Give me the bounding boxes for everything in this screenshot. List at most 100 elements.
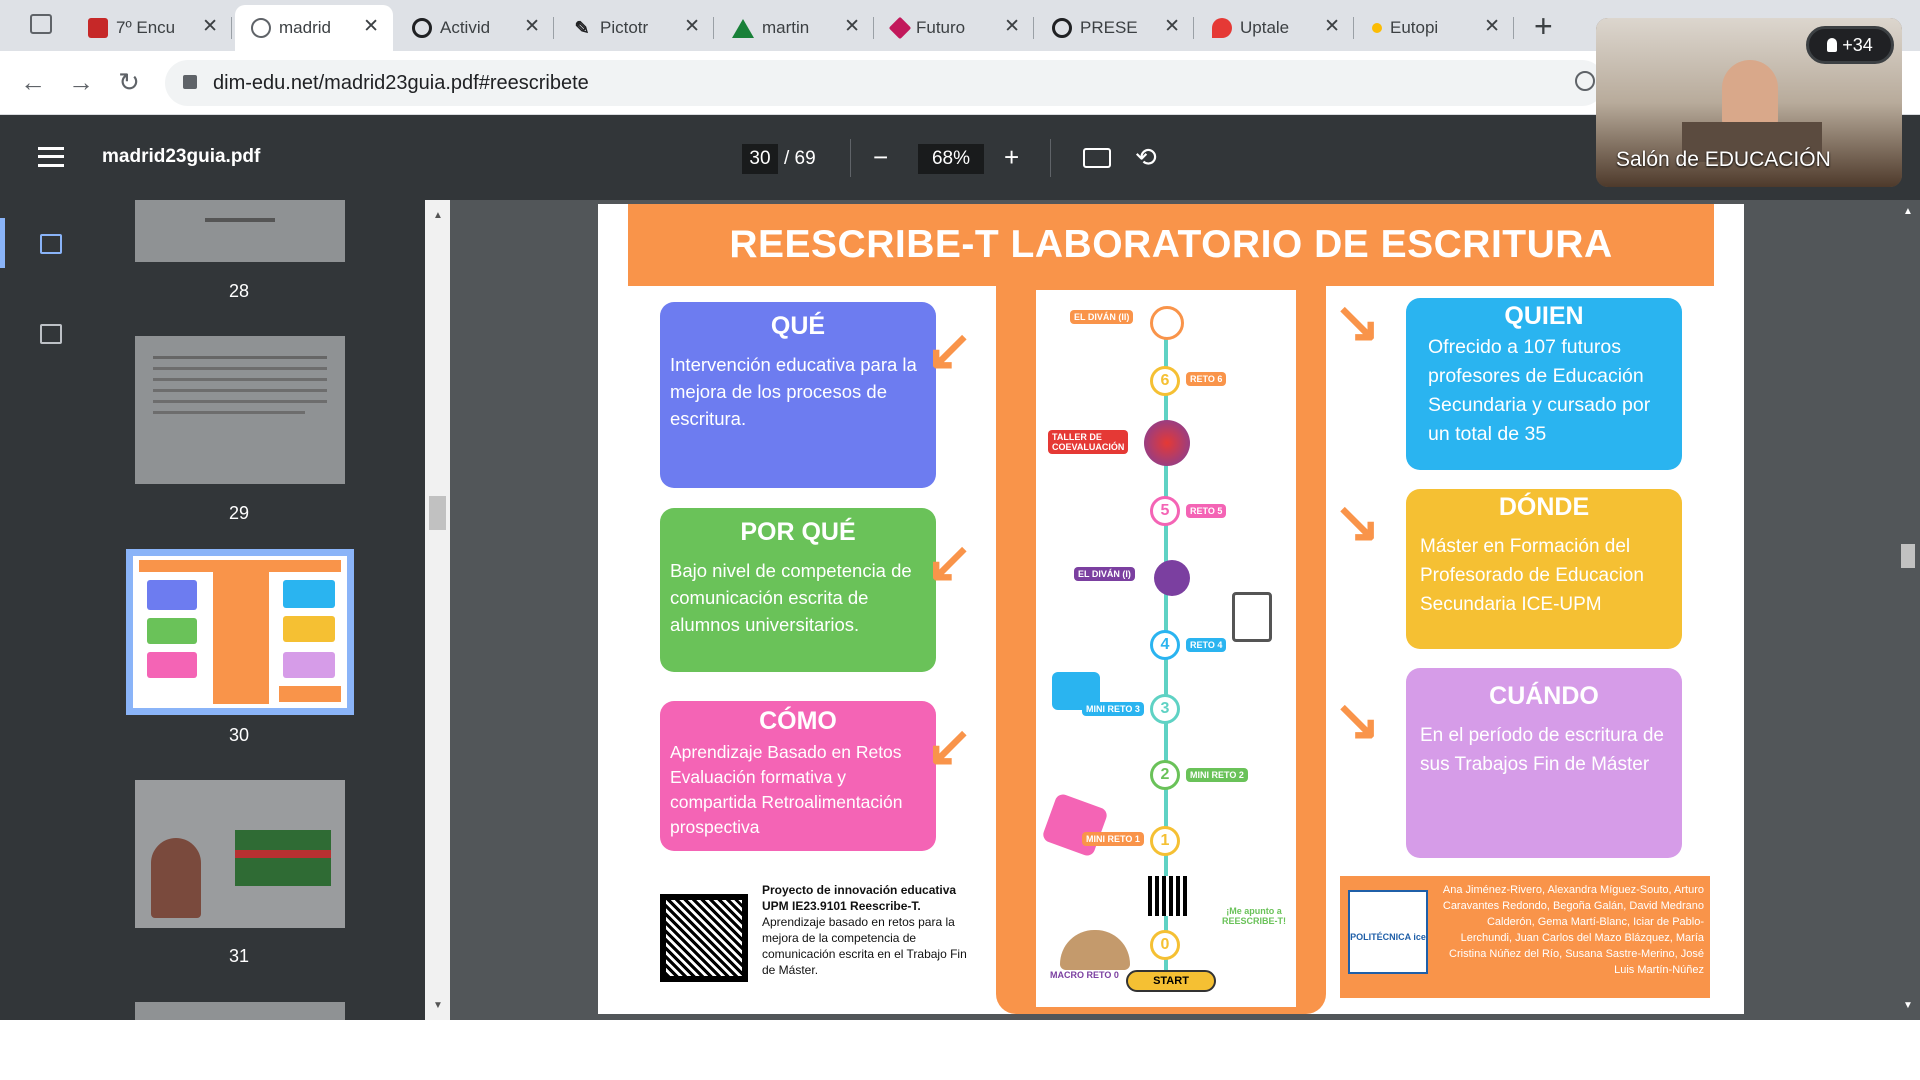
tab-6[interactable]: Futuro ✕: [876, 5, 1034, 51]
tab-title: martin: [762, 18, 810, 37]
reload-icon[interactable]: ↻: [112, 65, 146, 99]
pdf-page: REESCRIBE-T LABORATORIO DE ESCRITURA QUÉ…: [598, 204, 1744, 1014]
outline-view-icon[interactable]: [40, 324, 62, 344]
card-heading: QUIEN: [1504, 302, 1584, 330]
thumbnail-page-32[interactable]: [135, 1002, 345, 1020]
tab-9[interactable]: Eutopi ✕: [1356, 5, 1514, 51]
zoom-icon[interactable]: [1575, 71, 1595, 91]
card-text: Máster en Formación del Profesorado de E…: [1420, 536, 1644, 615]
tab-title: PRESEN: [1080, 18, 1138, 37]
arrow-icon: ↙: [926, 318, 973, 381]
close-tab-icon[interactable]: ✕: [684, 17, 700, 37]
tab-4[interactable]: ✎ Pictotr ✕: [556, 5, 714, 51]
divider: [1050, 139, 1051, 177]
path-step-label: EL DIVÁN (I): [1074, 567, 1135, 581]
project-title: Proyecto de innovación educativa UPM IE2…: [762, 883, 957, 913]
thumbnail-number: 30: [228, 725, 250, 745]
challenge-path-graphic: EL DIVÁN (II) RETO 6 6 TALLER DE COEVALU…: [1036, 290, 1296, 1007]
participants-badge[interactable]: +34: [1806, 26, 1894, 64]
tab-3[interactable]: Activid ✕: [396, 5, 554, 51]
rotate-icon[interactable]: ⟲: [1135, 142, 1157, 172]
address-bar[interactable]: dim-edu.net/madrid23guia.pdf#reescribete: [165, 60, 1605, 106]
thumbnail-page-28[interactable]: [135, 200, 345, 262]
webcam-overlay[interactable]: +34 Salón de EDUCACIÓN: [1596, 18, 1902, 187]
close-tab-icon[interactable]: ✕: [1324, 17, 1340, 37]
close-tab-icon[interactable]: ✕: [524, 17, 540, 37]
virus-icon: [1144, 420, 1190, 466]
thumbnail-page-31[interactable]: [135, 780, 345, 928]
bottom-area: [0, 1020, 1920, 1080]
path-step-label: MINI RETO 3: [1082, 702, 1144, 716]
arrow-icon: ↙: [1334, 490, 1381, 553]
project-text: Aprendizaje basado en retos para la mejo…: [762, 915, 967, 977]
path-step-label: ¡Me apunto a REESCRIBE-T!: [1221, 906, 1286, 926]
lock-icon: [183, 75, 197, 89]
upm-ice-logo: POLITÉCNICA ice: [1348, 890, 1428, 974]
path-step-label: RETO 5: [1186, 504, 1227, 518]
sidebar-rail: [0, 200, 100, 1020]
close-tab-icon[interactable]: ✕: [1004, 17, 1020, 37]
project-info: Proyecto de innovación educativa UPM IE2…: [762, 882, 972, 978]
tab-search-icon[interactable]: [30, 14, 52, 34]
path-step-label: TALLER DE COEVALUACIÓN: [1048, 430, 1128, 454]
qr-code: [660, 894, 748, 982]
speaker-video: [1722, 60, 1778, 130]
forward-arrow-icon[interactable]: →: [64, 65, 98, 99]
credits-box: POLITÉCNICA ice Ana Jiménez-Rivero, Alex…: [1340, 876, 1710, 998]
tab-title: madrid: [279, 18, 331, 37]
path-step-label: RETO 6: [1186, 372, 1227, 386]
card-donde: DÓNDE Máster en Formación del Profesorad…: [1406, 489, 1682, 649]
thumbnail-sidebar: 28 29 30 31: [0, 200, 425, 1020]
tab-1[interactable]: 7º Encu ✕: [72, 5, 232, 51]
fit-page-icon[interactable]: [1083, 148, 1111, 168]
arrow-icon: ↙: [1334, 688, 1381, 751]
tab-title: Activid: [440, 18, 491, 37]
thumbnail-page-29[interactable]: [135, 336, 345, 484]
pdf-title: madrid23guia.pdf: [102, 146, 261, 167]
poster-title: REESCRIBE-T LABORATORIO DE ESCRITURA: [628, 204, 1714, 286]
tab-favicon-icon: [1372, 23, 1382, 33]
card-que: QUÉ Intervención educativa para la mejor…: [660, 302, 936, 488]
puzzle-icon: [1041, 792, 1109, 858]
thumbnail-number: 28: [228, 281, 250, 301]
page-number-input[interactable]: 30: [742, 144, 778, 174]
zoom-out-icon[interactable]: −: [873, 142, 888, 172]
card-text: Ofrecido a 107 futuros profesores de Edu…: [1428, 336, 1651, 445]
sidebar-scrollbar[interactable]: ▲ ▼: [425, 200, 450, 1020]
url-text: dim-edu.net/madrid23guia.pdf#reescribete: [213, 72, 589, 94]
credits-text: Ana Jiménez-Rivero, Alexandra Míguez-Sou…: [1442, 884, 1704, 976]
close-tab-icon[interactable]: ✕: [1484, 17, 1500, 37]
scrollbar-thumb[interactable]: [1901, 544, 1915, 568]
new-tab-button[interactable]: +: [1534, 8, 1553, 45]
tab-5[interactable]: martin ✕: [716, 5, 874, 51]
viewer-scrollbar[interactable]: ▲ ▼: [1895, 200, 1920, 1020]
webcam-label: Salón de EDUCACIÓN: [1616, 148, 1831, 171]
globe-icon: [251, 18, 271, 38]
tab-7[interactable]: PRESEN ✕: [1036, 5, 1194, 51]
tab-2-active[interactable]: madrid ✕: [235, 5, 393, 51]
thumbnail-number: 29: [228, 503, 250, 523]
tab-8[interactable]: Uptale ✕: [1196, 5, 1354, 51]
close-tab-icon[interactable]: ✕: [1164, 17, 1180, 37]
tab-favicon-icon: [1052, 18, 1072, 38]
scrollbar-thumb[interactable]: [429, 496, 446, 530]
close-tab-icon[interactable]: ✕: [363, 17, 379, 37]
logo-text: POLITÉCNICA ice: [1350, 932, 1426, 942]
thumbnails-view-icon[interactable]: [40, 234, 62, 254]
tab-title: Futuro: [916, 18, 966, 37]
pen-icon: ✎: [574, 17, 590, 38]
close-tab-icon[interactable]: ✕: [202, 17, 218, 37]
qr-code-small: [1148, 876, 1188, 916]
divider: [850, 139, 851, 177]
menu-icon[interactable]: [38, 147, 64, 167]
tab-favicon-icon: [888, 16, 912, 40]
zoom-in-icon[interactable]: +: [1004, 142, 1019, 172]
back-arrow-icon[interactable]: ←: [16, 65, 50, 99]
drive-icon: [732, 18, 754, 38]
zoom-level-input[interactable]: 68%: [918, 144, 984, 174]
close-tab-icon[interactable]: ✕: [844, 17, 860, 37]
thumbnail-page-30-selected[interactable]: [126, 549, 354, 715]
start-badge: START: [1126, 970, 1216, 992]
tab-title: Uptale: [1240, 18, 1290, 37]
participants-count: +34: [1842, 35, 1873, 55]
